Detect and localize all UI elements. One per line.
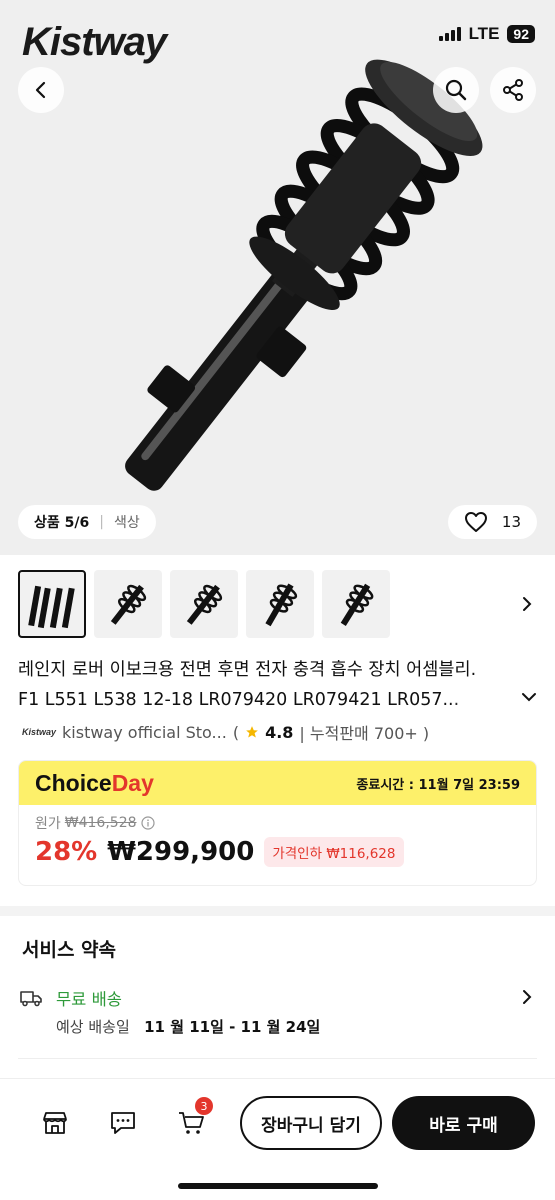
thumbnail[interactable] — [322, 570, 390, 638]
likes-count: 13 — [501, 513, 521, 531]
choice-day-logo: ChoiceDay — [35, 770, 154, 797]
back-button[interactable] — [18, 67, 64, 113]
price-section: 원가 ₩416,528 28% ₩299,900 가격인하 ₩116,628 — [19, 805, 536, 875]
thumbnail[interactable] — [18, 570, 86, 638]
search-icon — [445, 79, 467, 101]
price-drop-badge: 가격인하 ₩116,628 — [264, 837, 404, 867]
day-label: Day — [111, 769, 154, 796]
chevron-down-icon — [522, 693, 536, 702]
thumbnail-image — [186, 584, 223, 625]
eta-label: 예상 배송일 — [56, 1018, 130, 1036]
original-price-row: 원가 ₩416,528 — [35, 813, 520, 833]
chat-button[interactable] — [108, 1108, 138, 1138]
expand-title-button[interactable] — [521, 688, 537, 707]
section-divider — [0, 906, 555, 916]
service-title: 서비스 약속 — [22, 939, 117, 961]
original-price-label: 원가 — [35, 816, 61, 832]
choice-day-header: ChoiceDay 종료시간 : 11월 7일 23:59 — [19, 761, 536, 805]
thumbnail-strip — [18, 570, 390, 638]
original-price: ₩416,528 — [64, 815, 137, 831]
image-position-label: 상품 5/6 — [34, 515, 90, 531]
store-sales: | 누적판매 700+ ) — [299, 724, 430, 743]
thumbnail[interactable] — [246, 570, 314, 638]
truck-icon — [20, 991, 42, 1007]
product-title-line2: F1 L551 L538 12-18 LR079420 LR079421 LR0… — [18, 690, 460, 710]
chevron-right-icon — [523, 597, 532, 611]
search-button[interactable] — [433, 67, 479, 113]
service-divider — [18, 1058, 537, 1059]
brand-logo: Kistway — [22, 20, 167, 64]
store-button[interactable] — [40, 1108, 70, 1138]
cart-count-badge: 3 — [195, 1097, 213, 1115]
heart-icon — [464, 512, 487, 532]
paren-open: ( — [232, 722, 240, 742]
choice-day-card: ChoiceDay 종료시간 : 11월 7일 23:59 원가 ₩416,52… — [18, 760, 537, 886]
shipping-row[interactable]: 무료 배송 — [20, 986, 122, 1010]
thumbnail[interactable] — [170, 570, 238, 638]
shipping-detail-button[interactable] — [521, 988, 533, 1010]
store-link[interactable]: Kistway kistway official Sto... ( 4.8 | … — [22, 720, 429, 744]
buy-now-button[interactable]: 바로 구매 — [392, 1096, 535, 1150]
image-position-pill[interactable]: 상품 5/6 | 색상 — [18, 505, 156, 539]
battery-level: 92 — [507, 25, 535, 43]
info-icon[interactable] — [140, 816, 155, 830]
product-title: 레인지 로버 이보크용 전면 후면 전자 충격 흡수 장치 어셈블리. F1 L… — [18, 655, 518, 715]
store-logo: Kistway — [22, 727, 57, 737]
pill-divider: | — [99, 514, 104, 530]
store-icon — [43, 1112, 67, 1134]
current-price-row: 28% ₩299,900 가격인하 ₩116,628 — [35, 837, 520, 867]
thumbnail-next-button[interactable] — [521, 595, 533, 617]
store-name: kistway official Sto... — [62, 722, 227, 742]
status-bar: LTE 92 — [438, 24, 535, 44]
choice-label: Choice — [35, 769, 112, 796]
end-time: 종료시간 : 11월 7일 23:59 — [356, 777, 520, 793]
network-label: LTE — [468, 24, 500, 43]
chat-icon — [111, 1112, 135, 1134]
signal-icon — [438, 27, 461, 41]
color-label[interactable]: 색상 — [114, 512, 140, 532]
share-icon — [503, 79, 523, 101]
add-to-cart-button[interactable]: 장바구니 담기 — [240, 1096, 382, 1150]
product-image-gallery[interactable]: Kistway LTE 92 상품 5/6 | 색상 13 — [0, 0, 555, 555]
wishlist-button[interactable]: 13 — [447, 505, 537, 539]
thumbnail-image — [110, 584, 147, 625]
chevron-right-icon — [523, 990, 532, 1004]
thumbnail-image — [28, 585, 75, 629]
discount-percent: 28% — [35, 837, 98, 867]
delivery-estimate: 예상 배송일 11 월 11일 - 11 월 24일 — [56, 1016, 320, 1037]
sale-price: ₩299,900 — [107, 837, 255, 867]
shipping-label: 무료 배송 — [56, 990, 122, 1009]
back-icon — [35, 81, 46, 99]
store-rating: 4.8 — [265, 722, 294, 742]
eta-range: 11 월 11일 - 11 월 24일 — [144, 1018, 321, 1036]
thumbnail-image — [265, 583, 298, 627]
product-title-line1: 레인지 로버 이보크용 전면 후면 전자 충격 흡수 장치 어셈블리. — [18, 660, 477, 680]
thumbnail[interactable] — [94, 570, 162, 638]
share-button[interactable] — [490, 67, 536, 113]
star-icon — [246, 726, 258, 738]
home-indicator — [178, 1183, 378, 1189]
thumbnail-image — [340, 583, 374, 626]
